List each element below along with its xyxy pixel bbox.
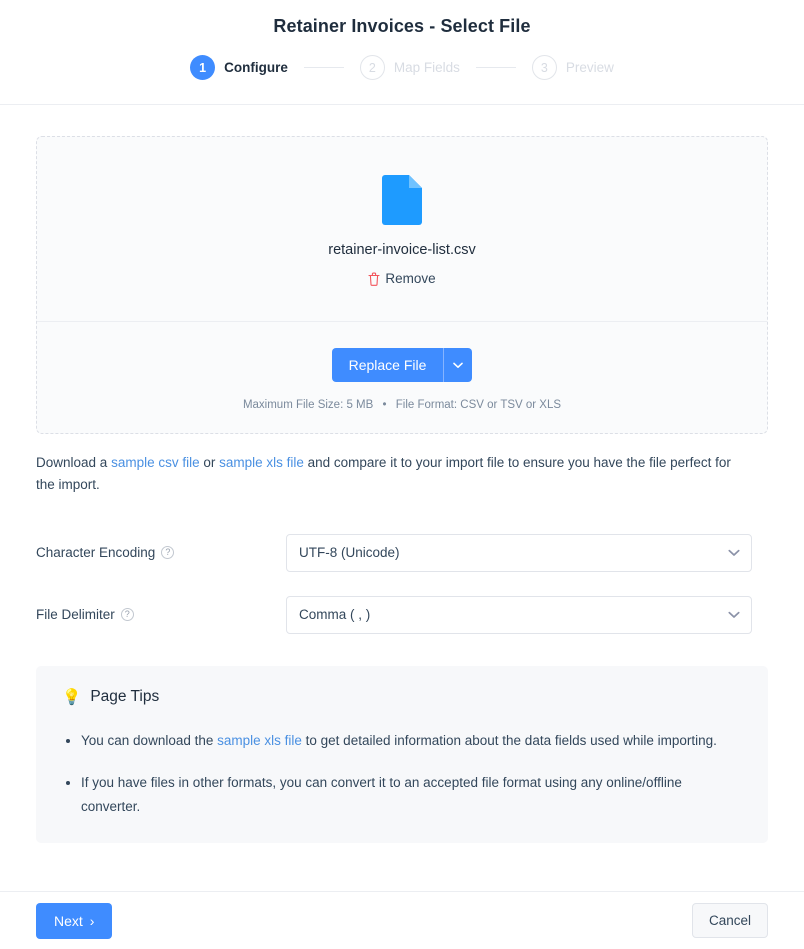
file-delimiter-select-wrap: Comma ( , )	[286, 595, 752, 634]
chevron-down-icon	[453, 357, 464, 372]
page-tips-title: Page Tips	[90, 688, 160, 705]
character-encoding-select-wrap: UTF-8 (Unicode)	[286, 533, 752, 572]
next-button[interactable]: Next ›	[36, 902, 113, 939]
list-item: You can download the sample xls file to …	[62, 729, 742, 753]
file-format-text: File Format: CSV or TSV or XLS	[395, 398, 562, 411]
step-configure-number: 1	[190, 55, 216, 80]
meta-separator: •	[382, 398, 387, 411]
cancel-button[interactable]: Cancel	[691, 903, 768, 938]
page-title: Retainer Invoices - Select File	[273, 16, 531, 36]
step-indicator: 1 Configure 2 Map Fields 3 Preview	[0, 55, 804, 80]
step-preview-number: 3	[531, 55, 557, 80]
character-encoding-label: Character Encoding	[36, 545, 156, 560]
chevron-right-icon: ›	[89, 912, 95, 929]
replace-file-button[interactable]: Replace File	[331, 347, 444, 382]
replace-file-dropdown-button[interactable]	[444, 347, 473, 382]
step-connector-1	[303, 67, 344, 68]
file-upload-preview: retainer-invoice-list.csv Remove	[37, 137, 767, 322]
import-settings-form: Character Encoding ? UTF-8 (Unicode) Fil…	[36, 533, 768, 634]
page-tips-list: You can download the sample xls file to …	[62, 729, 742, 819]
step-map-fields-number: 2	[359, 55, 385, 80]
step-connector-2	[475, 67, 516, 68]
trash-icon	[368, 272, 380, 286]
uploaded-file-name: retainer-invoice-list.csv	[328, 242, 476, 258]
character-encoding-select[interactable]: UTF-8 (Unicode)	[286, 533, 752, 572]
lightbulb-icon: 💡	[62, 688, 82, 706]
file-upload-actions: Replace File Maximum File Size: 5 MB • F…	[37, 322, 767, 433]
tip-1-part2: to get detailed information about the da…	[301, 732, 717, 748]
remove-file-button[interactable]: Remove	[368, 271, 436, 286]
file-delimiter-row: File Delimiter ? Comma ( , )	[36, 595, 768, 634]
max-file-size-text: Maximum File Size: 5 MB	[242, 398, 374, 411]
step-map-fields[interactable]: 2 Map Fields	[359, 55, 460, 80]
step-configure-label: Configure	[224, 60, 288, 75]
file-delimiter-select[interactable]: Comma ( , )	[286, 595, 752, 634]
file-delimiter-help-icon[interactable]: ?	[120, 608, 134, 621]
tip-1-part1: You can download the	[81, 732, 218, 748]
tip-2-part1: If you have files in other formats, you …	[81, 774, 682, 814]
sample-xls-link[interactable]: sample xls file	[219, 455, 304, 470]
step-preview[interactable]: 3 Preview	[531, 55, 614, 80]
tip-sample-xls-link[interactable]: sample xls file	[217, 733, 302, 748]
character-encoding-label-group: Character Encoding ?	[36, 545, 286, 560]
file-delimiter-label-group: File Delimiter ?	[36, 607, 286, 622]
step-configure[interactable]: 1 Configure	[190, 55, 288, 80]
list-item: If you have files in other formats, you …	[62, 771, 742, 819]
replace-file-split-button[interactable]: Replace File	[331, 347, 473, 382]
page-header: Retainer Invoices - Select File 1 Config…	[0, 0, 804, 105]
file-constraints: Maximum File Size: 5 MB • File Format: C…	[37, 399, 767, 411]
step-map-fields-label: Map Fields	[393, 60, 460, 75]
file-delimiter-label: File Delimiter	[36, 607, 115, 622]
download-note-part2: or	[199, 454, 220, 470]
wizard-footer: Next › Cancel	[0, 891, 804, 949]
download-note-part1: Download a	[36, 454, 112, 470]
sample-download-note: Download a sample csv file or sample xls…	[36, 452, 748, 496]
character-encoding-help-icon[interactable]: ?	[161, 546, 175, 559]
remove-file-label: Remove	[385, 271, 436, 286]
page-tips-panel: 💡 Page Tips You can download the sample …	[36, 665, 768, 843]
main-content: retainer-invoice-list.csv Remove Replace…	[0, 105, 804, 891]
step-preview-label: Preview	[565, 60, 614, 75]
csv-file-icon	[382, 175, 422, 225]
page-tips-title-group: 💡 Page Tips	[62, 688, 742, 707]
character-encoding-row: Character Encoding ? UTF-8 (Unicode)	[36, 533, 768, 572]
file-upload-card[interactable]: retainer-invoice-list.csv Remove Replace…	[36, 136, 768, 434]
sample-csv-link[interactable]: sample csv file	[111, 455, 200, 470]
next-button-label: Next	[54, 912, 83, 929]
